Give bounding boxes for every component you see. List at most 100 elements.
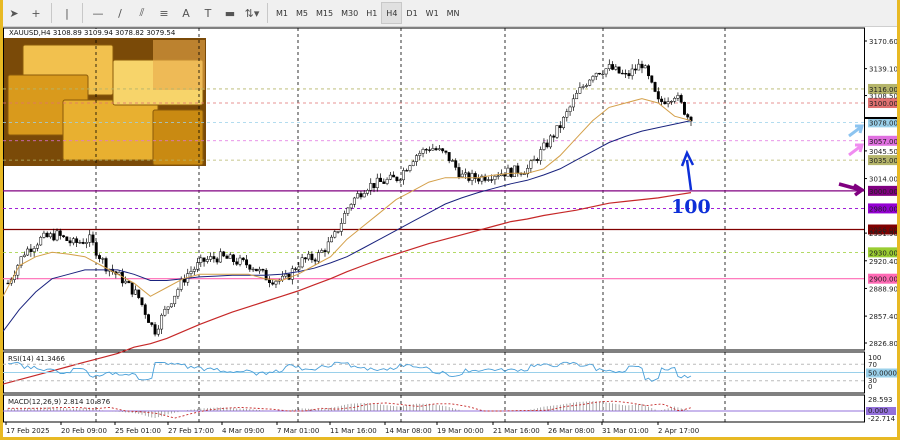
candle-body [375,177,379,188]
candle-body [398,179,402,181]
candle-body [477,178,481,182]
candle-body [614,66,618,70]
macd-panel-border [3,394,865,423]
price-chart[interactable]: 3116.003100.003078.003057.003035.003000.… [3,0,897,437]
price-tick-label: 3045.50 [869,148,897,156]
macd-tick: 28.593 [868,396,893,404]
arrow-up-icon [680,149,695,191]
candle-body [493,175,497,180]
time-label: 2 Apr 17:00 [658,427,699,435]
price-tick-label: 2920.40 [869,258,897,266]
time-label: 4 Mar 09:00 [222,427,264,435]
candle-body [415,155,418,162]
candle-body [653,82,657,92]
candle-body [333,231,337,238]
candle-body [395,176,399,181]
candle-body [235,261,239,265]
candle-body [336,231,340,233]
candle-body [320,250,324,253]
candle-body [624,73,628,75]
gold-image-glow [153,40,205,90]
price-tick-label: 2826.80 [869,340,897,348]
candle-body [55,230,59,241]
ma-red-line [3,192,692,385]
candle-body [156,328,160,335]
candle-body [202,257,206,262]
price-tick-label: 3108.50 [869,93,897,101]
candle-body [601,73,605,76]
macd-tick: -22.714 [868,415,896,423]
level-price-label: 2980.00 [869,205,897,213]
candle-body [71,238,75,244]
candle-body [254,268,258,272]
candle-body [352,197,356,205]
candle-body [660,98,664,102]
candle-body [637,63,641,71]
candle-body [160,314,164,330]
annotation-100: 100 [671,196,711,218]
candle-body [330,236,333,243]
candle-body [679,95,683,103]
candle-body [81,241,85,244]
candle-body [232,254,235,262]
candle-body [372,183,376,188]
gold-bar [62,99,159,161]
candle-body [643,65,647,69]
candle-body [401,170,405,181]
candle-body [630,68,634,77]
candle-body [594,72,598,77]
candle-body [607,64,611,70]
candle-body [408,165,412,171]
candle-body [140,297,144,306]
candle-body [284,273,288,277]
candle-body [343,213,347,224]
candle-body [323,250,327,253]
level-price-label: 3100.00 [869,100,897,108]
candle-body [496,175,500,177]
time-label: 11 Mar 16:00 [330,427,377,435]
candle-body [228,254,232,259]
candle-body [388,174,392,180]
candle-body [153,324,157,335]
candle-body [513,165,516,177]
candle-body [421,149,425,154]
candle-body [163,309,167,316]
arrow-pink-icon [848,143,864,157]
candle-body [588,79,592,86]
candle-body [382,181,386,184]
candle-body [650,75,654,83]
candle-body [300,257,304,268]
time-label: 17 Feb 2025 [6,427,50,435]
candle-body [676,95,680,99]
candle-body [26,248,30,256]
candle-body [598,72,601,75]
candle-body [539,149,543,161]
level-price-label: 3000.00 [869,188,897,196]
current-price-marker [865,116,897,119]
time-label: 27 Feb 17:00 [168,427,214,435]
candle-body [405,170,409,172]
candle-body [245,259,249,266]
candle-body [656,91,660,100]
level-price-label: 2900.00 [869,276,897,284]
candle-body [434,148,438,151]
candle-body [454,160,458,168]
candle-body [339,223,343,232]
candle-body [584,85,588,87]
candle-body [633,68,637,71]
candle-body [418,153,422,156]
candle-body [225,255,229,259]
candle-body [470,173,474,181]
candle-body [166,306,170,310]
candle-body [437,148,441,151]
candle-body [591,76,595,81]
candle-body [450,160,454,162]
time-label: 25 Feb 01:00 [115,427,161,435]
candle-body [45,232,49,238]
candle-body [441,148,445,152]
candle-body [627,73,631,77]
candle-body [369,183,373,191]
arrow-blue-icon [848,124,864,138]
candle-body [303,257,307,260]
candle-body [647,65,650,77]
